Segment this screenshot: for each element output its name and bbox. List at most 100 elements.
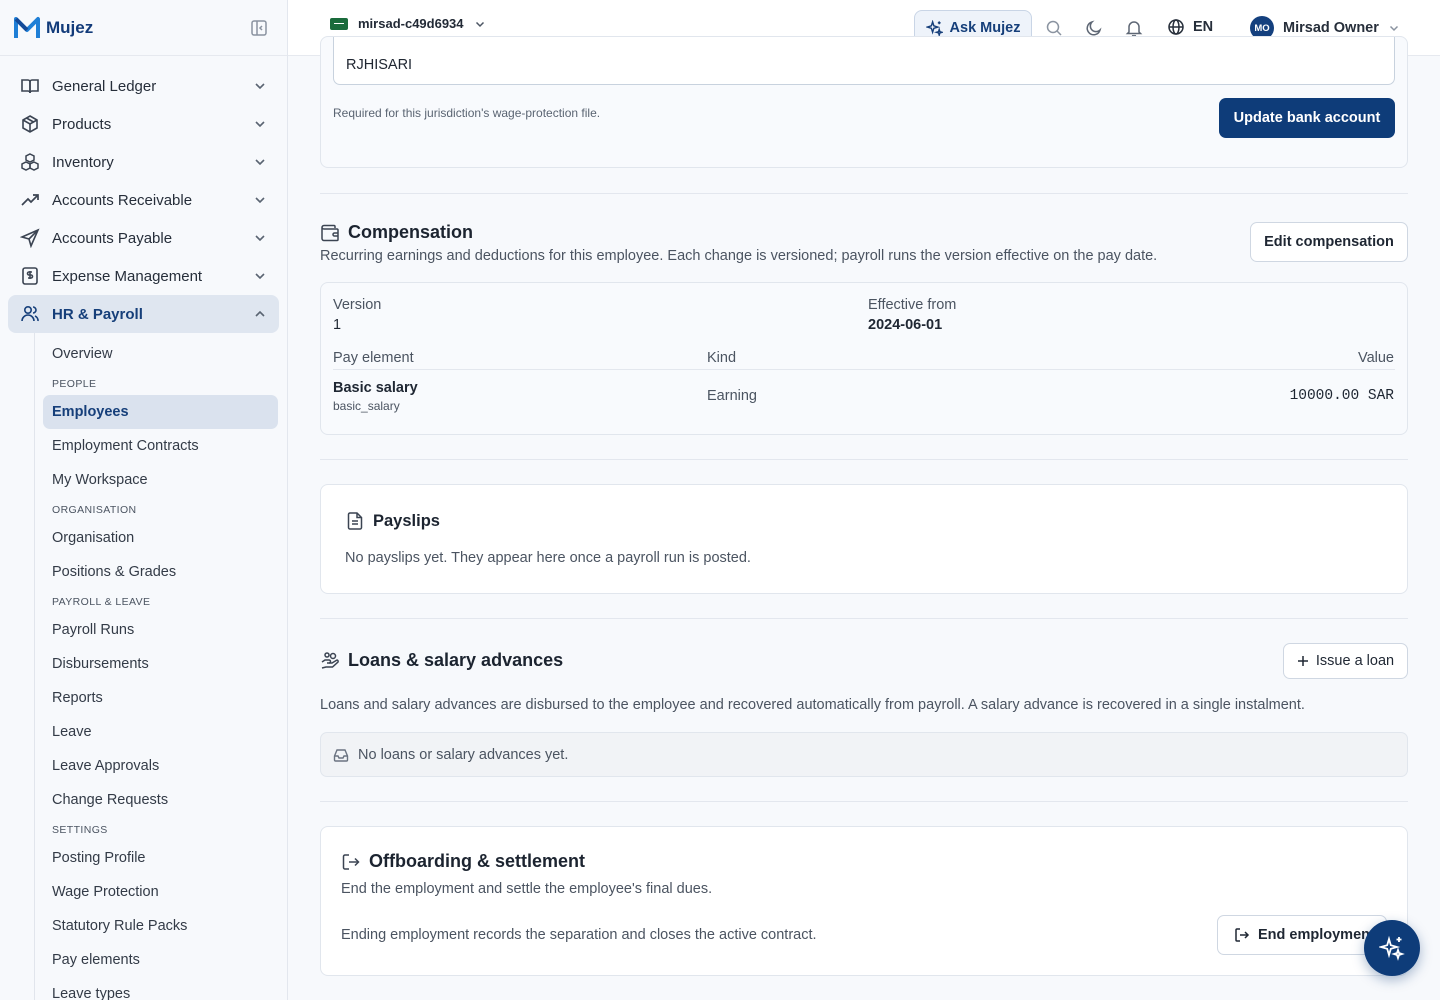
end-employment-label: End employment: [1258, 927, 1375, 943]
divider: [320, 618, 1408, 619]
subnav-statutory-rule-packs[interactable]: Statutory Rule Packs: [43, 909, 278, 943]
end-employment-button[interactable]: End employment: [1217, 915, 1387, 955]
divider: [320, 801, 1408, 802]
chevron-up-icon: [253, 307, 267, 321]
subnav-my-workspace[interactable]: My Workspace: [43, 463, 278, 497]
book-icon: [20, 76, 40, 96]
globe-icon: [1167, 18, 1185, 36]
sidebar-item-hr-payroll[interactable]: HR & Payroll: [8, 295, 279, 333]
sidebar-item-inventory[interactable]: Inventory: [8, 143, 279, 181]
subnav-wage-protection[interactable]: Wage Protection: [43, 875, 278, 909]
pay-element-value: 10000.00 SAR: [1289, 388, 1394, 404]
chevron-down-icon: [1388, 22, 1400, 34]
sidebar-item-expense-management[interactable]: Expense Management: [8, 257, 279, 295]
subnav-posting-profile[interactable]: Posting Profile: [43, 841, 278, 875]
subnav-disbursements[interactable]: Disbursements: [43, 647, 278, 681]
sidebar-item-label: Inventory: [52, 153, 114, 171]
sidebar-item-accounts-payable[interactable]: Accounts Payable: [8, 219, 279, 257]
main-content: RJHISARI Required for this jurisdiction'…: [288, 36, 1440, 1000]
subnav-overview[interactable]: Overview: [43, 337, 278, 371]
boxes-icon: [20, 152, 40, 172]
brand-name: Mujez: [46, 17, 94, 37]
divider: [320, 193, 1408, 194]
chevron-down-icon: [253, 231, 267, 245]
sidebar-item-label: General Ledger: [52, 77, 157, 95]
sidebar-collapse-icon[interactable]: [250, 19, 268, 37]
log-out-icon: [1234, 927, 1250, 943]
file-text-icon: [345, 511, 365, 531]
ask-assistant-fab[interactable]: [1364, 920, 1420, 976]
trending-up-icon: [20, 190, 40, 210]
payslips-title: Payslips: [373, 511, 440, 530]
compensation-card: Version 1 Effective from 2024-06-01 Pay …: [320, 282, 1408, 435]
subnav-payroll-runs[interactable]: Payroll Runs: [43, 613, 278, 647]
chevron-down-icon: [253, 193, 267, 207]
workspace-switcher[interactable]: mirsad-c49d6934: [330, 16, 486, 31]
subnav-leave-approvals[interactable]: Leave Approvals: [43, 749, 278, 783]
sidebar-item-general-ledger[interactable]: General Ledger: [8, 67, 279, 105]
divider: [320, 459, 1408, 460]
subnav-employees[interactable]: Employees: [43, 395, 278, 429]
payslips-card: Payslips No payslips yet. They appear he…: [320, 484, 1408, 594]
language-switcher[interactable]: EN: [1167, 18, 1213, 36]
subnav-positions-grades[interactable]: Positions & Grades: [43, 555, 278, 589]
sparkles-icon: [1379, 935, 1405, 961]
subnav-leave-types[interactable]: Leave types: [43, 977, 278, 1000]
subnav-pay-elements[interactable]: Pay elements: [43, 943, 278, 977]
send-icon: [20, 228, 40, 248]
chevron-down-icon: [253, 117, 267, 131]
sidebar-item-label: Expense Management: [52, 267, 203, 285]
compensation-description: Recurring earnings and deductions for th…: [320, 248, 1158, 264]
sidebar-item-accounts-receivable[interactable]: Accounts Receivable: [8, 181, 279, 219]
log-out-icon: [341, 852, 361, 872]
subnav-section-payroll-leave: PAYROLL & LEAVE: [52, 596, 151, 608]
offboarding-header: Offboarding & settlement: [341, 851, 585, 872]
plus-icon: [1297, 655, 1309, 667]
issue-loan-button[interactable]: Issue a loan: [1283, 643, 1408, 679]
receipt-icon: [20, 266, 40, 286]
effective-from-label: Effective from: [868, 297, 957, 313]
user-name: Mirsad Owner: [1283, 20, 1379, 36]
subnav-employment-contracts[interactable]: Employment Contracts: [43, 429, 278, 463]
bank-account-card: RJHISARI Required for this jurisdiction'…: [320, 36, 1408, 168]
offboarding-description: End the employment and settle the employ…: [341, 881, 713, 897]
inbox-icon: [333, 747, 349, 763]
payslips-empty: No payslips yet. They appear here once a…: [345, 550, 751, 566]
sparkles-icon: [925, 19, 943, 37]
package-icon: [20, 114, 40, 134]
subnav-change-requests[interactable]: Change Requests: [43, 783, 278, 817]
subnav-organisation[interactable]: Organisation: [43, 521, 278, 555]
sidebar-item-label: Accounts Receivable: [52, 191, 193, 209]
loans-title: Loans & salary advances: [348, 650, 564, 670]
subnav-leave[interactable]: Leave: [43, 715, 278, 749]
version-value: 1: [333, 317, 342, 333]
language-label: EN: [1193, 19, 1214, 35]
loans-header: Loans & salary advances: [320, 650, 563, 671]
chevron-down-icon: [474, 18, 486, 30]
loans-empty-label: No loans or salary advances yet.: [358, 746, 569, 763]
ask-mujez-label: Ask Mujez: [949, 20, 1021, 36]
effective-from-value: 2024-06-01: [868, 317, 943, 333]
issue-loan-label: Issue a loan: [1315, 653, 1395, 669]
mujez-logo-icon[interactable]: [14, 15, 40, 41]
bank-code-field[interactable]: RJHISARI: [333, 37, 1395, 85]
update-bank-account-button[interactable]: Update bank account: [1219, 98, 1395, 138]
brand: Mujez: [0, 0, 287, 56]
pay-element-name: Basic salary: [333, 380, 418, 396]
search-icon[interactable]: [1045, 19, 1063, 37]
sidebar: Mujez General Ledger Products Inventory …: [0, 0, 288, 1000]
edit-compensation-button[interactable]: Edit compensation: [1250, 222, 1408, 262]
subnav-reports[interactable]: Reports: [43, 681, 278, 715]
column-pay-element: Pay element: [333, 350, 414, 366]
wallet-icon: [320, 223, 340, 243]
users-icon: [20, 304, 40, 324]
table-divider: [333, 369, 1395, 370]
moon-icon[interactable]: [1085, 19, 1103, 37]
compensation-header: Compensation: [320, 222, 473, 243]
version-label: Version: [333, 297, 382, 313]
pay-element-code: basic_salary: [333, 399, 400, 413]
offboarding-title: Offboarding & settlement: [369, 851, 586, 871]
bank-code-help: Required for this jurisdiction's wage-pr…: [333, 106, 601, 120]
bell-icon[interactable]: [1125, 19, 1143, 37]
sidebar-item-products[interactable]: Products: [8, 105, 279, 143]
